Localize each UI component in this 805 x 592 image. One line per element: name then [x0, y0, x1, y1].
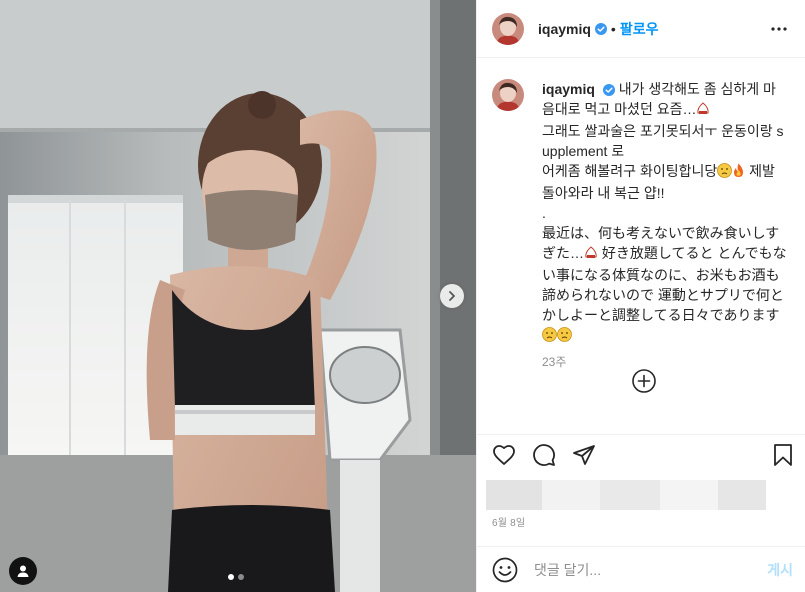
caption-avatar[interactable]: [492, 79, 524, 111]
post-media[interactable]: [0, 0, 476, 592]
smiley-icon[interactable]: [492, 557, 518, 583]
likes-summary-redacted: [486, 480, 766, 510]
rice-ball-emoji-icon: [696, 101, 710, 121]
carousel-next-button[interactable]: [440, 284, 464, 308]
comment-input[interactable]: [534, 561, 768, 578]
comment-bubble-icon[interactable]: [532, 443, 556, 467]
comments-section: iqaymiq 내가 생각해도 좀 심하게 마음대로 먹고 마셨던 요즘… 그래…: [477, 59, 805, 434]
header-separator: •: [610, 20, 616, 37]
avatar-image: [492, 79, 524, 111]
caption: iqaymiq 내가 생각해도 좀 심하게 마음대로 먹고 마셨던 요즘… 그래…: [492, 79, 791, 347]
post-dialog: iqaymiq • 팔로우 iqaymiq 내가 생각해도 좀 심하게 마음대로…: [0, 0, 805, 592]
more-options-icon[interactable]: [767, 17, 791, 41]
caption-username[interactable]: iqaymiq: [542, 81, 595, 97]
post-photo: [0, 0, 476, 592]
carousel-dot-active: [228, 574, 234, 580]
avatar[interactable]: [492, 12, 524, 45]
caption-line: 어케좀 해볼려구 화이팅합니당: [542, 163, 718, 179]
fire-emoji-icon: [732, 163, 745, 183]
verified-badge-icon: [602, 84, 615, 97]
caption-line: 그래도 쌀과술은 포기못되서ㅜ 운동이랑 supplement 로: [542, 123, 784, 159]
user-tag-icon: [17, 565, 29, 577]
sad-face-emoji-icon: [542, 327, 557, 347]
carousel-indicator: [228, 574, 244, 580]
heart-icon[interactable]: [492, 443, 516, 467]
rice-ball-emoji-icon: [584, 245, 598, 265]
bookmark-icon[interactable]: [771, 443, 795, 467]
load-more-comments-button[interactable]: [632, 369, 656, 393]
post-header: iqaymiq • 팔로우: [477, 0, 805, 58]
carousel-dot: [238, 574, 244, 580]
post-actions: [477, 434, 805, 474]
sad-face-emoji-icon: [717, 163, 733, 183]
post-comment-button[interactable]: 게시: [767, 560, 793, 580]
caption-line: .: [542, 205, 546, 221]
avatar-image: [492, 12, 524, 45]
header-username[interactable]: iqaymiq: [538, 21, 591, 37]
caption-timestamp[interactable]: 23주: [542, 353, 791, 370]
paper-plane-icon[interactable]: [572, 443, 596, 467]
follow-button[interactable]: 팔로우: [620, 19, 659, 39]
chevron-right-icon: [449, 291, 455, 301]
plus-circle-icon: [632, 369, 656, 393]
add-comment-form: 게시: [477, 546, 805, 592]
post-sidebar: iqaymiq • 팔로우 iqaymiq 내가 생각해도 좀 심하게 마음대로…: [476, 0, 805, 592]
verified-badge-icon: [594, 22, 607, 35]
tagged-users-button[interactable]: [9, 557, 37, 585]
post-date[interactable]: 6월 8일: [492, 514, 525, 529]
caption-text: iqaymiq 내가 생각해도 좀 심하게 마음대로 먹고 마셨던 요즘… 그래…: [542, 79, 788, 347]
sad-face-emoji-icon: [557, 327, 572, 347]
